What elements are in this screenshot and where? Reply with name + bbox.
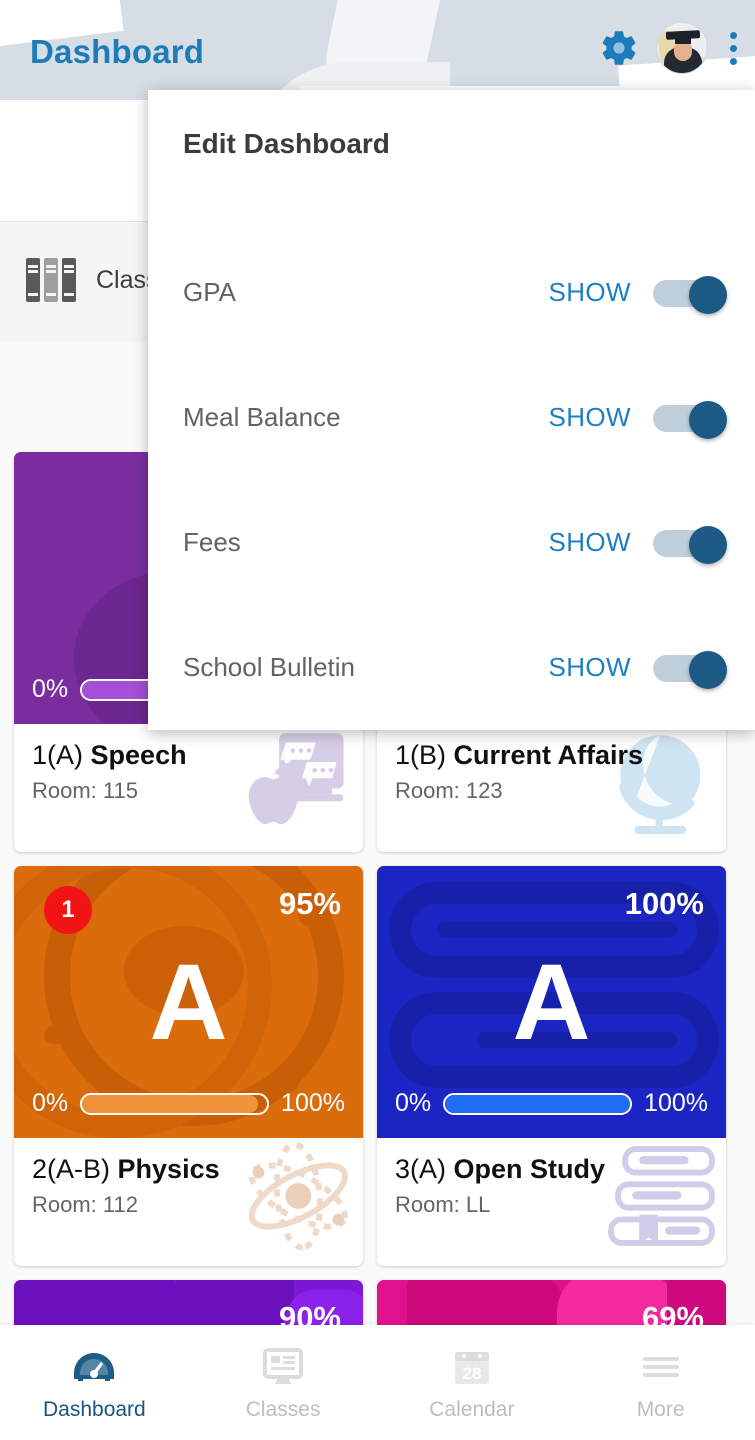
toggle-fees[interactable] [653, 525, 727, 564]
gauge-icon [72, 1344, 116, 1390]
class-room: Room: 123 [395, 778, 503, 803]
dot [730, 31, 737, 39]
progress-max-label: 100% [281, 1089, 345, 1117]
dialog-row-label: Fees [183, 527, 241, 557]
class-card-banner: 100% A 0% 100% [377, 866, 726, 1138]
app-header: Dashboard [0, 0, 755, 100]
header-actions [598, 22, 743, 74]
dialog-options-list: GPA SHOW Meal Balance SHOW Fees SHOW Sch… [148, 230, 755, 730]
class-card-title: 3(A) Open Study [395, 1154, 708, 1185]
dialog-row-label: Meal Balance [183, 402, 341, 432]
nav-label: Dashboard [43, 1397, 146, 1421]
app-root: Dashboard Classes 0% 1(A) Speech Room: 1… [0, 0, 755, 1440]
gear-icon[interactable] [598, 27, 640, 69]
class-card-percent: 95% [278, 886, 341, 921]
nav-item-calendar[interactable]: 28 Calendar [378, 1344, 567, 1422]
progress-bar [80, 1092, 270, 1115]
class-card-info: 3(A) Open Study Room: LL [377, 1138, 726, 1266]
bottom-navigation: Dashboard Classes 28 Calendar More [0, 1325, 755, 1440]
nav-item-dashboard[interactable]: Dashboard [0, 1344, 189, 1422]
toggle-meal-balance[interactable] [653, 400, 727, 439]
toggle-thumb [689, 525, 727, 564]
books-icon [26, 258, 76, 302]
progress-min-label: 0% [32, 1089, 69, 1117]
book-spine [62, 258, 76, 302]
dialog-row-label: School Bulletin [183, 652, 355, 682]
progress-bar-row: 0% 100% [32, 1089, 345, 1118]
dialog-row-fees[interactable]: Fees SHOW [148, 480, 755, 605]
dialog-title: Edit Dashboard [183, 128, 390, 159]
progress-min-label: 0% [32, 675, 69, 703]
dialog-row-label: GPA [183, 277, 236, 307]
svg-text:28: 28 [462, 1364, 481, 1383]
class-period: 1(B) [395, 740, 447, 770]
calendar-28-icon: 28 [452, 1344, 492, 1390]
class-card-info: 1(B) Current Affairs Room: 123 [377, 724, 726, 852]
toggle-thumb [689, 650, 727, 689]
nav-label: Classes [245, 1397, 321, 1421]
nav-item-more[interactable]: More [566, 1344, 755, 1422]
dialog-row-action[interactable]: SHOW [549, 277, 631, 308]
dialog-row-action[interactable]: SHOW [549, 652, 631, 683]
toggle-school-bulletin[interactable] [653, 650, 727, 689]
class-card-info: 2(A-B) Physics Room: 112 [14, 1138, 363, 1266]
monitor-icon [262, 1344, 304, 1390]
class-subject: Current Affairs [453, 740, 644, 770]
class-period: 1(A) [32, 740, 84, 770]
page-title: Dashboard [30, 33, 205, 70]
nav-item-classes[interactable]: Classes [189, 1344, 378, 1422]
dialog-row-action[interactable]: SHOW [549, 402, 631, 433]
class-subject: Speech [90, 740, 187, 770]
dialog-row-meal-balance[interactable]: Meal Balance SHOW [148, 355, 755, 480]
avatar-face [674, 41, 692, 61]
nav-label: Calendar [429, 1397, 515, 1421]
progress-bar-fill [445, 1094, 631, 1113]
class-room: Room: LL [395, 1192, 491, 1217]
book-spine [26, 258, 40, 302]
dialog-row-gpa[interactable]: GPA SHOW [148, 230, 755, 355]
class-subject: Open Study [453, 1154, 606, 1184]
class-period: 3(A) [395, 1154, 447, 1184]
class-room: Room: 112 [32, 1192, 138, 1217]
dot [730, 44, 737, 52]
toggle-thumb [689, 275, 727, 314]
class-room: Room: 115 [32, 778, 138, 803]
progress-bar-row: 0% 100% [395, 1089, 708, 1118]
toggle-gpa[interactable] [653, 275, 727, 314]
class-period: 2(A-B) [32, 1154, 111, 1184]
progress-bar [443, 1092, 633, 1115]
class-card-title: 1(A) Speech [32, 740, 345, 771]
class-card-badge: 1 [44, 886, 92, 934]
progress-bar-fill [82, 1094, 258, 1113]
progress-max-label: 100% [644, 1089, 708, 1117]
hamburger-icon [641, 1344, 681, 1390]
book-spine [44, 258, 58, 302]
class-card-info: 1(A) Speech Room: 115 [14, 724, 363, 852]
progress-min-label: 0% [395, 1089, 432, 1117]
class-subject: Physics [117, 1154, 220, 1184]
three-dot-menu-icon[interactable] [724, 28, 743, 69]
dialog-row-action[interactable]: SHOW [549, 527, 631, 558]
class-card[interactable]: 100% A 0% 100% 3(A) Open Study Room: LL [377, 866, 726, 1266]
nav-label: More [636, 1397, 685, 1421]
class-card[interactable]: 1 95% A 0% 100% 2(A-B) Physics Room: 112 [14, 866, 363, 1266]
class-card-title: 1(B) Current Affairs [395, 740, 708, 771]
class-card-title: 2(A-B) Physics [32, 1154, 345, 1185]
edit-dashboard-dialog: Edit Dashboard GPA SHOW Meal Balance SHO… [148, 90, 755, 730]
toggle-thumb [689, 400, 727, 439]
class-card-grade: A [149, 941, 228, 1062]
dialog-row-school-bulletin[interactable]: School Bulletin SHOW [148, 605, 755, 730]
dot [730, 57, 737, 65]
class-card-percent: 100% [624, 886, 704, 921]
class-card-banner: 1 95% A 0% 100% [14, 866, 363, 1138]
avatar[interactable] [656, 22, 708, 74]
class-card-grade: A [512, 941, 591, 1062]
